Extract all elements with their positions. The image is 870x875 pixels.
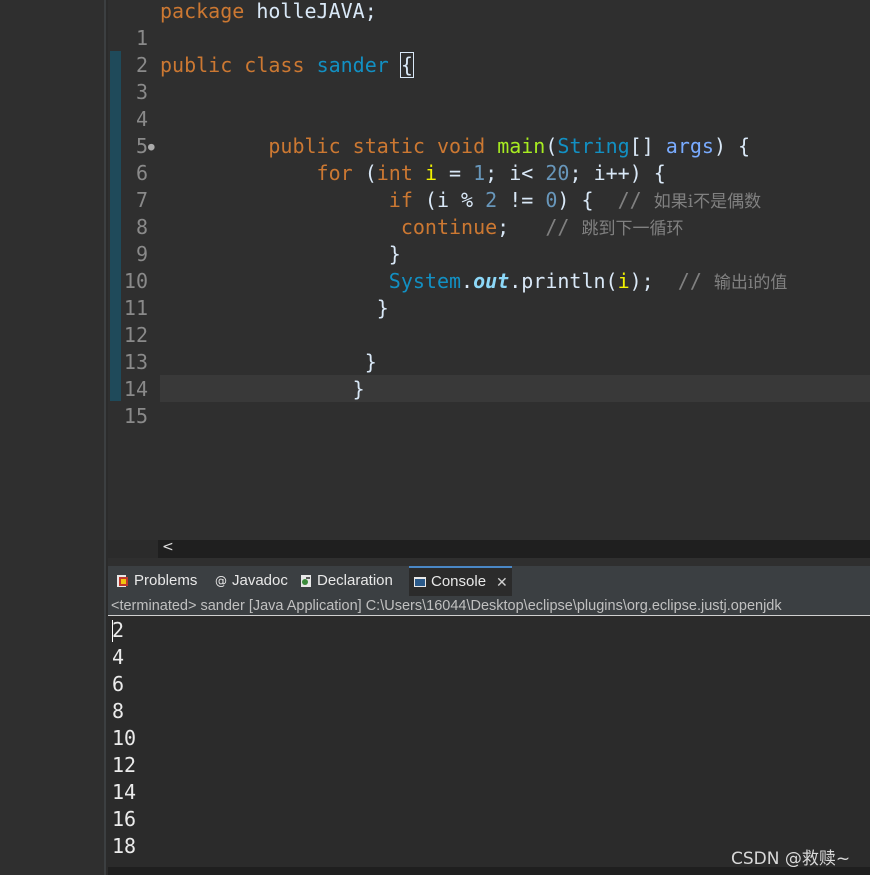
bottom-panel-tabs: Problems @ Javadoc Declaration Console ✕ <box>108 566 870 596</box>
operator: < <box>521 161 546 185</box>
comment: // <box>617 188 654 212</box>
comment: // <box>677 269 714 293</box>
tab-label: Console <box>431 573 487 590</box>
console-line: 12 <box>112 753 137 777</box>
console-line: 8 <box>112 699 125 723</box>
code-line[interactable]: 3 public class sander { <box>108 52 870 104</box>
number: 0 <box>545 188 558 212</box>
closing-brace: } <box>388 242 401 266</box>
close-icon[interactable]: ✕ <box>496 567 508 597</box>
console-output-area[interactable] <box>108 617 870 867</box>
keyword: int <box>376 161 413 185</box>
variable: i <box>424 161 437 185</box>
code-line[interactable]: 6 ● public static void main(String[] arg… <box>108 133 870 185</box>
console-line: 6 <box>112 672 125 696</box>
panel-divider[interactable] <box>104 0 106 875</box>
keyword: void <box>436 134 486 158</box>
console-line: 2 <box>112 618 125 642</box>
number: 20 <box>545 161 570 185</box>
keyword: continue <box>400 215 498 239</box>
tab-problems[interactable]: Problems <box>112 566 201 596</box>
console-icon <box>413 575 427 589</box>
console-status-line: <terminated> sander [Java Application] C… <box>108 596 870 616</box>
number: 1 <box>473 161 486 185</box>
tab-label: Javadoc <box>232 572 288 589</box>
problems-icon <box>116 574 130 588</box>
console-line: 14 <box>112 780 137 804</box>
code-line[interactable]: 2 <box>108 25 870 77</box>
tab-declaration[interactable]: Declaration <box>295 566 397 596</box>
code-line[interactable]: 1 package holleJAVA; <box>108 0 870 50</box>
class-name: System <box>388 269 462 293</box>
operator: % <box>449 188 486 212</box>
code-text: . <box>461 269 474 293</box>
class-name: sander <box>316 53 389 77</box>
tab-console[interactable]: Console ✕ <box>409 566 512 596</box>
tab-javadoc[interactable]: @ Javadoc <box>210 566 292 596</box>
code-text: ) { <box>557 188 618 212</box>
editor-horizontal-scrollbar[interactable]: < <box>158 539 870 558</box>
array-brackets: [] <box>629 134 666 158</box>
left-side-panel <box>0 0 106 875</box>
variable: i <box>436 188 450 212</box>
keyword: for <box>316 161 353 185</box>
line-number: 15 <box>123 404 148 428</box>
keyword: public <box>160 53 233 77</box>
code-line[interactable]: 9 continue; // 跳到下一循环 <box>108 214 870 266</box>
console-line: 10 <box>112 726 137 750</box>
watermark: CSDN @救赎~ <box>731 849 851 869</box>
variable: i <box>509 161 522 185</box>
declaration-icon <box>299 574 313 588</box>
scroll-left-icon[interactable]: < <box>162 539 174 555</box>
package-name: holleJAVA; <box>244 0 377 23</box>
console-line: 4 <box>112 645 125 669</box>
code-text: ) { <box>713 134 751 158</box>
type-name: String <box>557 134 630 158</box>
closing-brace: } <box>376 296 389 320</box>
code-text: ; <box>497 215 546 239</box>
code-text: ++) { <box>605 161 666 185</box>
editor-bottom-gap <box>108 558 870 566</box>
operator: != <box>497 188 546 212</box>
code-line[interactable]: 4 <box>108 79 870 131</box>
code-line[interactable]: 13 <box>108 322 870 374</box>
closing-brace: } <box>352 377 365 401</box>
code-text: ); <box>629 269 678 293</box>
keyword: class <box>244 53 305 77</box>
tab-label: Declaration <box>317 572 393 589</box>
code-text: ; <box>485 161 510 185</box>
method-call: .println( <box>509 269 618 293</box>
matching-brace: { <box>399 52 414 78</box>
code-line[interactable]: 10 } <box>108 241 870 293</box>
static-field: out <box>473 269 510 293</box>
parameter: args <box>665 134 714 158</box>
code-line[interactable]: 7 for (int i = 1; i< 20; i++) { <box>108 160 870 212</box>
method-name: main <box>497 134 546 158</box>
operator: = <box>436 161 474 185</box>
console-line: 16 <box>112 807 137 831</box>
javadoc-icon: @ <box>215 574 227 588</box>
keyword: public <box>268 134 341 158</box>
code-line[interactable]: 8 if (i % 2 != 0) { // 如果i不是偶数 <box>108 187 870 239</box>
keyword: if <box>388 188 413 212</box>
code-line[interactable]: 14 } <box>108 349 870 401</box>
code-line[interactable]: 11 System.out.println(i); // 输出i的值 <box>108 268 870 320</box>
comment-text: 跳到下一循环 <box>581 219 684 239</box>
closing-brace: } <box>364 350 377 374</box>
tab-label: Problems <box>134 572 198 589</box>
code-line[interactable]: 12 } <box>108 295 870 347</box>
number: 2 <box>485 188 498 212</box>
comment: // <box>545 215 582 239</box>
variable: i <box>617 269 630 293</box>
comment-text: 输出i的值 <box>713 273 788 293</box>
console-line: 18 <box>112 834 137 858</box>
keyword: static <box>352 134 425 158</box>
keyword: package <box>160 0 245 23</box>
code-text: ; <box>569 161 594 185</box>
fold-icon[interactable]: ● <box>148 133 155 160</box>
variable: i <box>593 161 606 185</box>
code-line[interactable]: 15 } <box>108 376 870 428</box>
code-line[interactable]: 5 <box>108 106 870 158</box>
comment-text: 如果i不是偶数 <box>653 192 762 212</box>
